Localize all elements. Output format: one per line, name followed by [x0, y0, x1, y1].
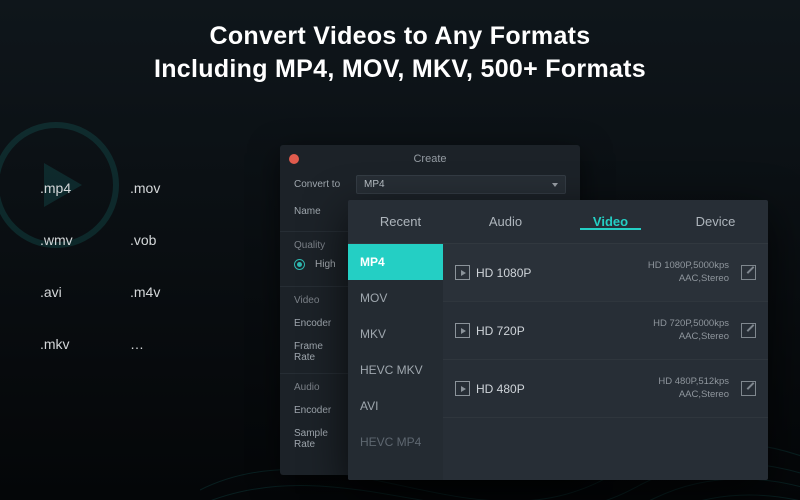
resolution-row[interactable]: HD 720P HD 720P,5000kpsAAC,Stereo [443, 302, 768, 360]
tab-audio[interactable]: Audio [453, 214, 558, 229]
edit-icon[interactable] [741, 381, 756, 396]
sidebar-item-mp4[interactable]: MP4 [348, 244, 443, 280]
format-ext: .vob [130, 232, 208, 248]
format-ext: .wmv [40, 232, 118, 248]
format-ext: .mp4 [40, 180, 118, 196]
edit-icon[interactable] [741, 323, 756, 338]
resolution-meta: HD 720P,5000kpsAAC,Stereo [568, 318, 735, 343]
sidebar-item-mov[interactable]: MOV [348, 280, 443, 316]
resolution-meta: HD 480P,512kpsAAC,Stereo [568, 376, 735, 401]
name-label: Name [294, 206, 346, 217]
tab-video[interactable]: Video [558, 214, 663, 229]
format-tabs: Recent Audio Video Device [348, 200, 768, 244]
close-icon[interactable] [289, 154, 299, 164]
format-picker-panel: Recent Audio Video Device MP4 MOV MKV HE… [348, 200, 768, 480]
hero-heading: Convert Videos to Any Formats Including … [0, 20, 800, 85]
resolution-list: HD 1080P HD 1080P,5000kpsAAC,Stereo HD 7… [443, 244, 768, 480]
sample-rate-label: Sample Rate [294, 428, 346, 450]
play-icon [455, 323, 470, 338]
format-ext: … [130, 336, 208, 352]
radio-on-icon [294, 259, 305, 270]
format-ext: .mov [130, 180, 208, 196]
tab-recent[interactable]: Recent [348, 214, 453, 229]
play-icon [455, 381, 470, 396]
formats-list: .mp4 .mov .wmv .vob .avi .m4v .mkv … [40, 180, 208, 352]
sidebar-item-mkv[interactable]: MKV [348, 316, 443, 352]
chevron-down-icon [552, 183, 558, 187]
resolution-row[interactable]: HD 1080P HD 1080P,5000kpsAAC,Stereo [443, 244, 768, 302]
encoder-label: Encoder [294, 318, 346, 329]
resolution-name: HD 720P [476, 324, 562, 338]
frame-rate-label: Frame Rate [294, 341, 346, 363]
aencoder-label: Encoder [294, 405, 346, 416]
resolution-meta: HD 1080P,5000kpsAAC,Stereo [568, 260, 735, 285]
sidebar-item-hevcmkv[interactable]: HEVC MKV [348, 352, 443, 388]
resolution-name: HD 1080P [476, 266, 562, 280]
sidebar-item-avi[interactable]: AVI [348, 388, 443, 424]
convert-to-select[interactable]: MP4 [356, 175, 566, 194]
convert-to-label: Convert to [294, 179, 346, 190]
tab-device[interactable]: Device [663, 214, 768, 229]
format-side-list: MP4 MOV MKV HEVC MKV AVI HEVC MP4 [348, 244, 443, 480]
hero-line1: Convert Videos to Any Formats [210, 22, 591, 50]
format-ext: .avi [40, 284, 118, 300]
resolution-row[interactable]: HD 480P HD 480P,512kpsAAC,Stereo [443, 360, 768, 418]
format-ext: .mkv [40, 336, 118, 352]
dialog-title: Create [280, 145, 580, 171]
play-icon [455, 265, 470, 280]
edit-icon[interactable] [741, 265, 756, 280]
format-ext: .m4v [130, 284, 208, 300]
resolution-name: HD 480P [476, 382, 562, 396]
sidebar-item-hevcmp4[interactable]: HEVC MP4 [348, 424, 443, 460]
hero-line2: Including MP4, MOV, MKV, 500+ Formats [154, 55, 646, 83]
